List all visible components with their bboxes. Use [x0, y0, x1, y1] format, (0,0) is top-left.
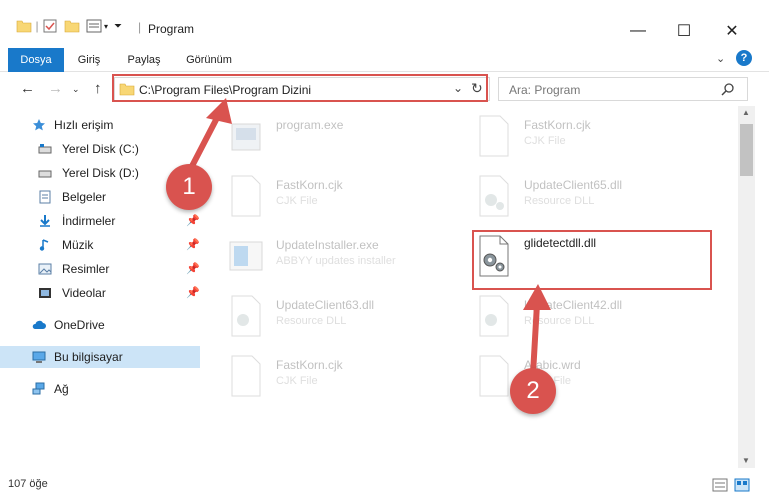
step-badge-1: 1 [166, 164, 212, 210]
step-badge-2: 2 [510, 368, 556, 414]
arrow-1 [187, 98, 551, 377]
